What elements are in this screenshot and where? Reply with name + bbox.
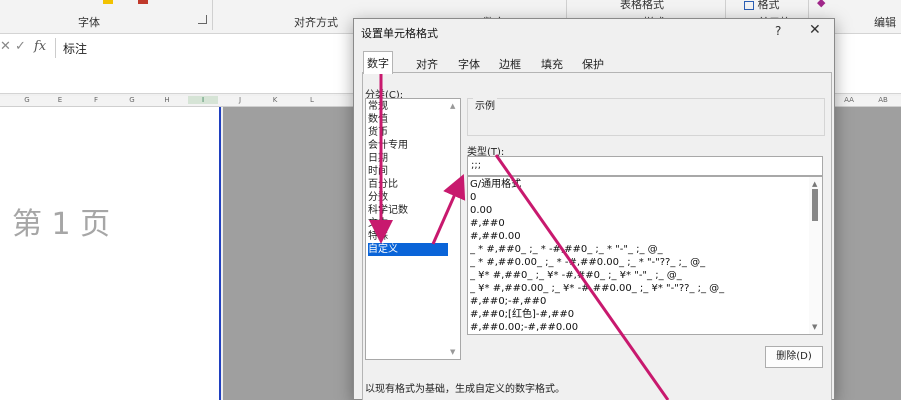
tab-number[interactable]: 数字 xyxy=(363,51,393,74)
scroll-up-icon[interactable]: ▲ xyxy=(450,102,455,110)
scroll-thumb[interactable] xyxy=(812,189,818,221)
format-cells-dialog: 设置单元格格式 ? ✕ 数字 对齐 字体 边框 填充 保护 分类(C): 常规 … xyxy=(353,18,835,400)
enter-check-icon[interactable]: ✓ xyxy=(15,39,26,54)
format-button-label: 格式 xyxy=(757,0,780,11)
column-header-selected[interactable]: I xyxy=(188,96,218,104)
number-tab-panel: 分类(C): 常规 数值 货币 会计专用 日期 时间 百分比 分数 科学记数 文… xyxy=(362,72,832,400)
formula-input[interactable]: 标注 xyxy=(63,40,87,57)
category-item-selected[interactable]: 自定义 xyxy=(368,243,448,256)
scroll-down-icon[interactable]: ▼ xyxy=(450,348,455,356)
tab-protection[interactable]: 保护 xyxy=(578,53,608,73)
close-button[interactable]: ✕ xyxy=(809,22,821,38)
column-header[interactable]: L xyxy=(297,96,327,104)
tab-font[interactable]: 字体 xyxy=(454,53,484,73)
tab-border[interactable]: 边框 xyxy=(495,53,525,73)
scroll-down-icon[interactable]: ▼ xyxy=(812,323,817,331)
column-header[interactable]: J xyxy=(225,96,255,104)
category-item[interactable]: 百分比 xyxy=(368,178,448,191)
page-layout-sheet[interactable]: 第 1 页 xyxy=(0,107,221,400)
sample-group: 示例 xyxy=(467,97,825,136)
category-list[interactable]: 常规 数值 货币 会计专用 日期 时间 百分比 分数 科学记数 文本 特殊 自定… xyxy=(365,98,461,360)
format-list-scrollbar[interactable]: ▲ ▼ xyxy=(809,177,822,334)
table-grid-icon xyxy=(744,0,754,10)
format-code-item[interactable]: _ * #,##0_ ;_ * -#,##0_ ;_ * "-"_ ;_ @_ xyxy=(470,243,800,256)
column-header[interactable]: H xyxy=(152,96,182,104)
highlight-color-icon[interactable] xyxy=(103,0,113,4)
format-code-item[interactable]: _ * #,##0.00_ ;_ * -#,##0.00_ ;_ * "-"??… xyxy=(470,256,800,269)
column-header[interactable]: E xyxy=(45,96,75,104)
format-button[interactable]: 格式 xyxy=(744,0,780,12)
description-text: 以现有格式为基础，生成自定义的数字格式。 xyxy=(365,384,565,395)
cancel-icon[interactable]: ✕ xyxy=(0,39,11,54)
category-item[interactable]: 时间 xyxy=(368,165,448,178)
category-item[interactable]: 文本 xyxy=(368,217,448,230)
table-format-button[interactable]: 表格格式 xyxy=(620,0,664,12)
category-item[interactable]: 会计专用 xyxy=(368,139,448,152)
format-code-item[interactable]: 0 xyxy=(470,191,800,204)
group-label-editing: 编辑 xyxy=(874,16,896,29)
font-color-icon[interactable] xyxy=(138,0,148,4)
format-code-item[interactable]: #,##0;-#,##0 xyxy=(470,295,800,308)
column-header[interactable]: K xyxy=(260,96,290,104)
format-code-item[interactable]: #,##0.00 xyxy=(470,230,800,243)
format-code-item[interactable]: G/通用格式 xyxy=(470,178,800,191)
column-header[interactable]: G xyxy=(117,96,147,104)
format-code-item[interactable]: #,##0 xyxy=(470,217,800,230)
font-dialog-launcher-icon[interactable] xyxy=(198,15,207,24)
format-code-list[interactable]: G/通用格式 0 0.00 #,##0 #,##0.00 _ * #,##0_ … xyxy=(467,176,823,335)
help-button[interactable]: ? xyxy=(775,24,781,38)
dialog-tabs: 数字 对齐 字体 边框 填充 保护 xyxy=(362,51,832,74)
category-item[interactable]: 货币 xyxy=(368,126,448,139)
insert-function-icon[interactable]: fx xyxy=(34,39,46,54)
dialog-title: 设置单元格格式 xyxy=(361,27,438,40)
column-header[interactable]: AA xyxy=(834,96,864,104)
format-code-item[interactable]: _ ¥* #,##0_ ;_ ¥* -#,##0_ ;_ ¥* "-"_ ;_ … xyxy=(470,269,800,282)
format-code-item[interactable]: _ ¥* #,##0.00_ ;_ ¥* -#,##0.00_ ;_ ¥* "-… xyxy=(470,282,800,295)
format-code-item[interactable]: #,##0.00;-#,##0.00 xyxy=(470,321,800,334)
column-header[interactable]: G xyxy=(12,96,42,104)
type-input[interactable]: ;;; xyxy=(467,156,823,176)
category-item[interactable]: 特殊 xyxy=(368,230,448,243)
group-label-font: 字体 xyxy=(78,16,100,29)
delete-button[interactable]: 删除(D) xyxy=(765,346,823,368)
sample-label: 示例 xyxy=(473,97,497,112)
page-number-label: 第 1 页 xyxy=(12,207,111,242)
category-item[interactable]: 日期 xyxy=(368,152,448,165)
category-scrollbar[interactable]: ▲ ▼ xyxy=(448,99,460,359)
category-item[interactable]: 常规 xyxy=(368,100,448,113)
column-header[interactable]: AB xyxy=(868,96,898,104)
tab-alignment[interactable]: 对齐 xyxy=(412,53,442,73)
category-item[interactable]: 分数 xyxy=(368,191,448,204)
group-label-alignment: 对齐方式 xyxy=(294,16,338,29)
category-item[interactable]: 数值 xyxy=(368,113,448,126)
column-header[interactable]: F xyxy=(81,96,111,104)
category-item[interactable]: 科学记数 xyxy=(368,204,448,217)
ribbon-divider xyxy=(212,0,213,30)
format-code-item[interactable]: 0.00 xyxy=(470,204,800,217)
tab-fill[interactable]: 填充 xyxy=(537,53,567,73)
clear-eraser-icon[interactable]: ◆ xyxy=(817,0,825,9)
format-code-item[interactable]: #,##0;[红色]-#,##0 xyxy=(470,308,800,321)
scroll-up-icon[interactable]: ▲ xyxy=(812,180,817,188)
formula-bar-divider xyxy=(55,38,56,58)
